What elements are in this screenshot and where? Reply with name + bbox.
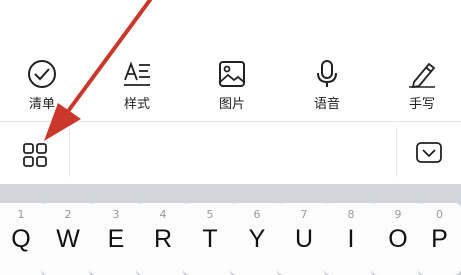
grid-icon — [23, 143, 47, 167]
key-p[interactable]: 0 P — [418, 203, 461, 275]
key-number: 0 — [436, 208, 443, 221]
key-number: 4 — [159, 208, 167, 221]
key-letter: T — [202, 225, 218, 253]
key-o[interactable]: 9 O — [371, 203, 425, 275]
toolbar-label-checklist: 清单 — [28, 97, 55, 112]
toolbar-item-image[interactable]: 图片 — [202, 58, 262, 114]
toolbar-item-voice[interactable]: 语音 — [297, 58, 357, 114]
image-icon — [219, 61, 245, 87]
keyboard-collapse-icon — [416, 142, 442, 163]
keyboard-collapse-button[interactable] — [414, 139, 444, 167]
text-style-icon — [124, 61, 150, 86]
key-u[interactable]: 7 U — [277, 203, 331, 275]
key-letter: O — [388, 225, 408, 253]
checklist-icon — [28, 60, 56, 88]
key-t[interactable]: 5 T — [183, 203, 237, 275]
collapse-separator — [396, 127, 397, 177]
toolbar-label-image: 图片 — [218, 97, 245, 112]
key-number: 6 — [253, 208, 261, 221]
key-number: 3 — [112, 208, 120, 221]
key-letter: W — [56, 225, 80, 253]
key-letter: P — [431, 225, 448, 253]
key-letter: Y — [248, 225, 266, 253]
microphone-icon — [317, 60, 337, 87]
key-r[interactable]: 4 R — [136, 203, 190, 275]
key-letter: U — [294, 225, 314, 253]
pen-icon — [409, 62, 436, 89]
toolbar-label-voice: 语音 — [313, 97, 340, 112]
grid-button[interactable] — [20, 140, 50, 170]
key-i[interactable]: 8 I — [324, 203, 378, 275]
key-w[interactable]: 2 W — [41, 203, 95, 275]
key-y[interactable]: 6 Y — [230, 203, 284, 275]
key-number: 2 — [64, 208, 72, 221]
key-letter: E — [107, 225, 125, 253]
key-letter: I — [347, 225, 355, 253]
key-letter: R — [153, 225, 173, 253]
key-number: 7 — [300, 208, 308, 221]
toolbar-item-checklist[interactable]: 清单 — [12, 58, 72, 114]
key-number: 8 — [347, 208, 355, 221]
toolbar-label-handwriting: 手写 — [408, 97, 435, 112]
key-number: 5 — [206, 208, 214, 221]
toolbar-item-handwriting[interactable]: 手写 — [392, 58, 452, 114]
key-number: 9 — [394, 208, 402, 221]
key-e[interactable]: 3 E — [89, 203, 143, 275]
toolbar-label-style: 样式 — [123, 97, 150, 112]
grid-separator — [69, 127, 70, 177]
toolbar-item-style[interactable]: 样式 — [107, 58, 167, 114]
